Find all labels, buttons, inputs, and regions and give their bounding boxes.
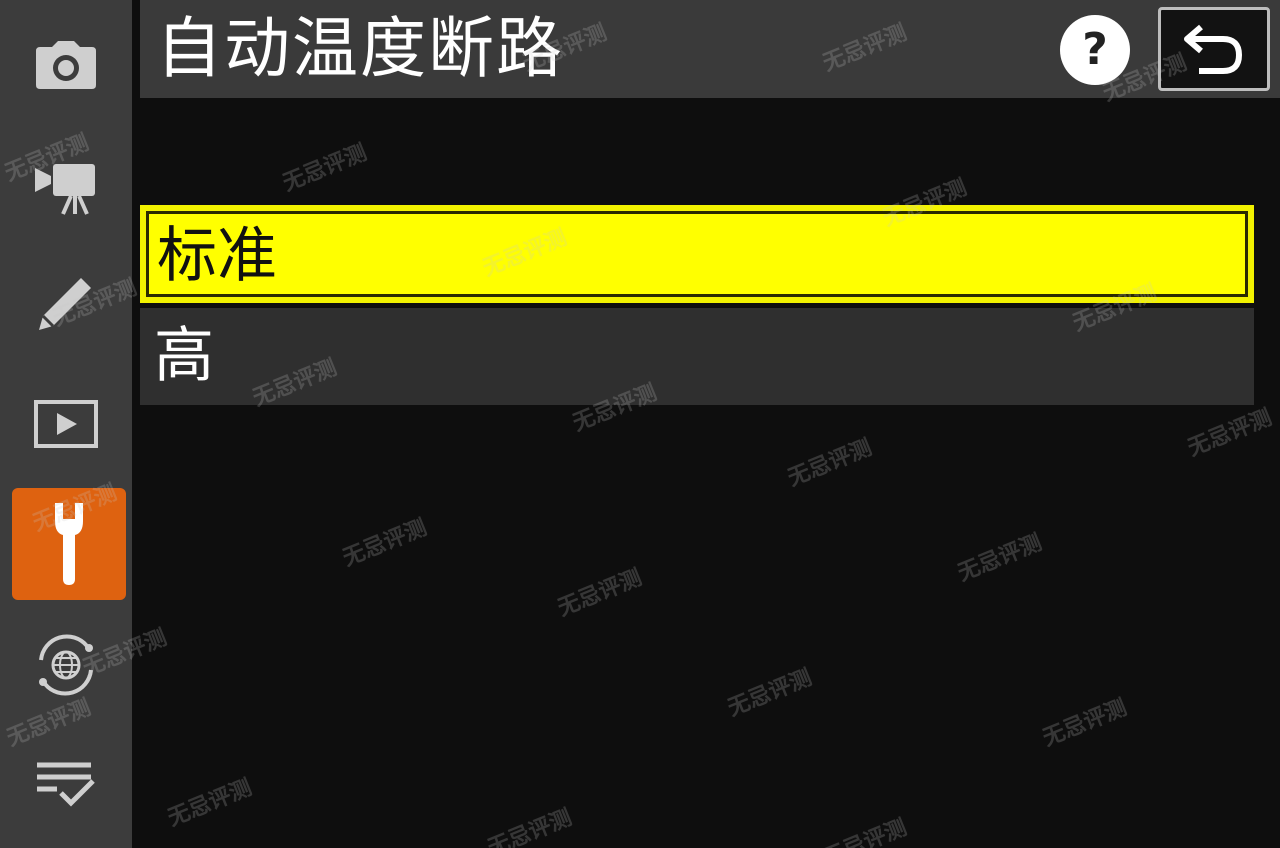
option-high[interactable]: 高 — [140, 308, 1254, 405]
help-button[interactable]: ? — [1060, 15, 1130, 85]
page-title: 自动温度断路 — [156, 10, 564, 87]
sidebar-item-my-menu[interactable] — [0, 752, 132, 816]
watermark: 无忌评测 — [784, 435, 876, 492]
return-arrow-icon — [1184, 24, 1243, 74]
watermark: 无忌评测 — [724, 665, 816, 722]
watermark: 无忌评测 — [279, 140, 371, 197]
watermark: 无忌评测 — [819, 815, 911, 848]
my-menu-checklist-icon — [37, 762, 95, 807]
sidebar-item-setup[interactable] — [12, 488, 126, 600]
option-label: 标准 — [157, 221, 277, 291]
watermark: 无忌评测 — [954, 530, 1046, 587]
watermark: 无忌评测 — [1039, 695, 1131, 752]
menu-header: 自动温度断路 ? — [140, 0, 1280, 98]
sidebar-item-playback[interactable] — [0, 392, 132, 456]
question-mark-icon: ? — [1082, 24, 1108, 75]
pencil-icon — [39, 278, 91, 330]
sidebar-item-custom-settings[interactable] — [0, 268, 132, 338]
sidebar-item-photo-shooting[interactable] — [0, 30, 132, 100]
watermark: 无忌评测 — [554, 565, 646, 622]
selection-frame: 标准 — [146, 211, 1248, 297]
watermark: 无忌评测 — [1184, 405, 1276, 462]
watermark: 无忌评测 — [339, 515, 431, 572]
option-label: 高 — [154, 321, 214, 391]
network-globe-icon — [39, 634, 93, 696]
option-standard-selected[interactable]: 标准 — [140, 205, 1254, 303]
playback-icon — [34, 400, 98, 448]
sidebar-item-movie-shooting[interactable] — [0, 150, 132, 220]
movie-camera-icon — [35, 164, 95, 215]
sidebar-item-network[interactable] — [0, 628, 132, 702]
watermark: 无忌评测 — [484, 805, 576, 848]
camera-icon — [36, 41, 96, 89]
sidebar-menu — [0, 0, 132, 848]
watermark: 无忌评测 — [164, 775, 256, 832]
wrench-icon — [55, 503, 83, 585]
back-button[interactable] — [1158, 7, 1270, 91]
